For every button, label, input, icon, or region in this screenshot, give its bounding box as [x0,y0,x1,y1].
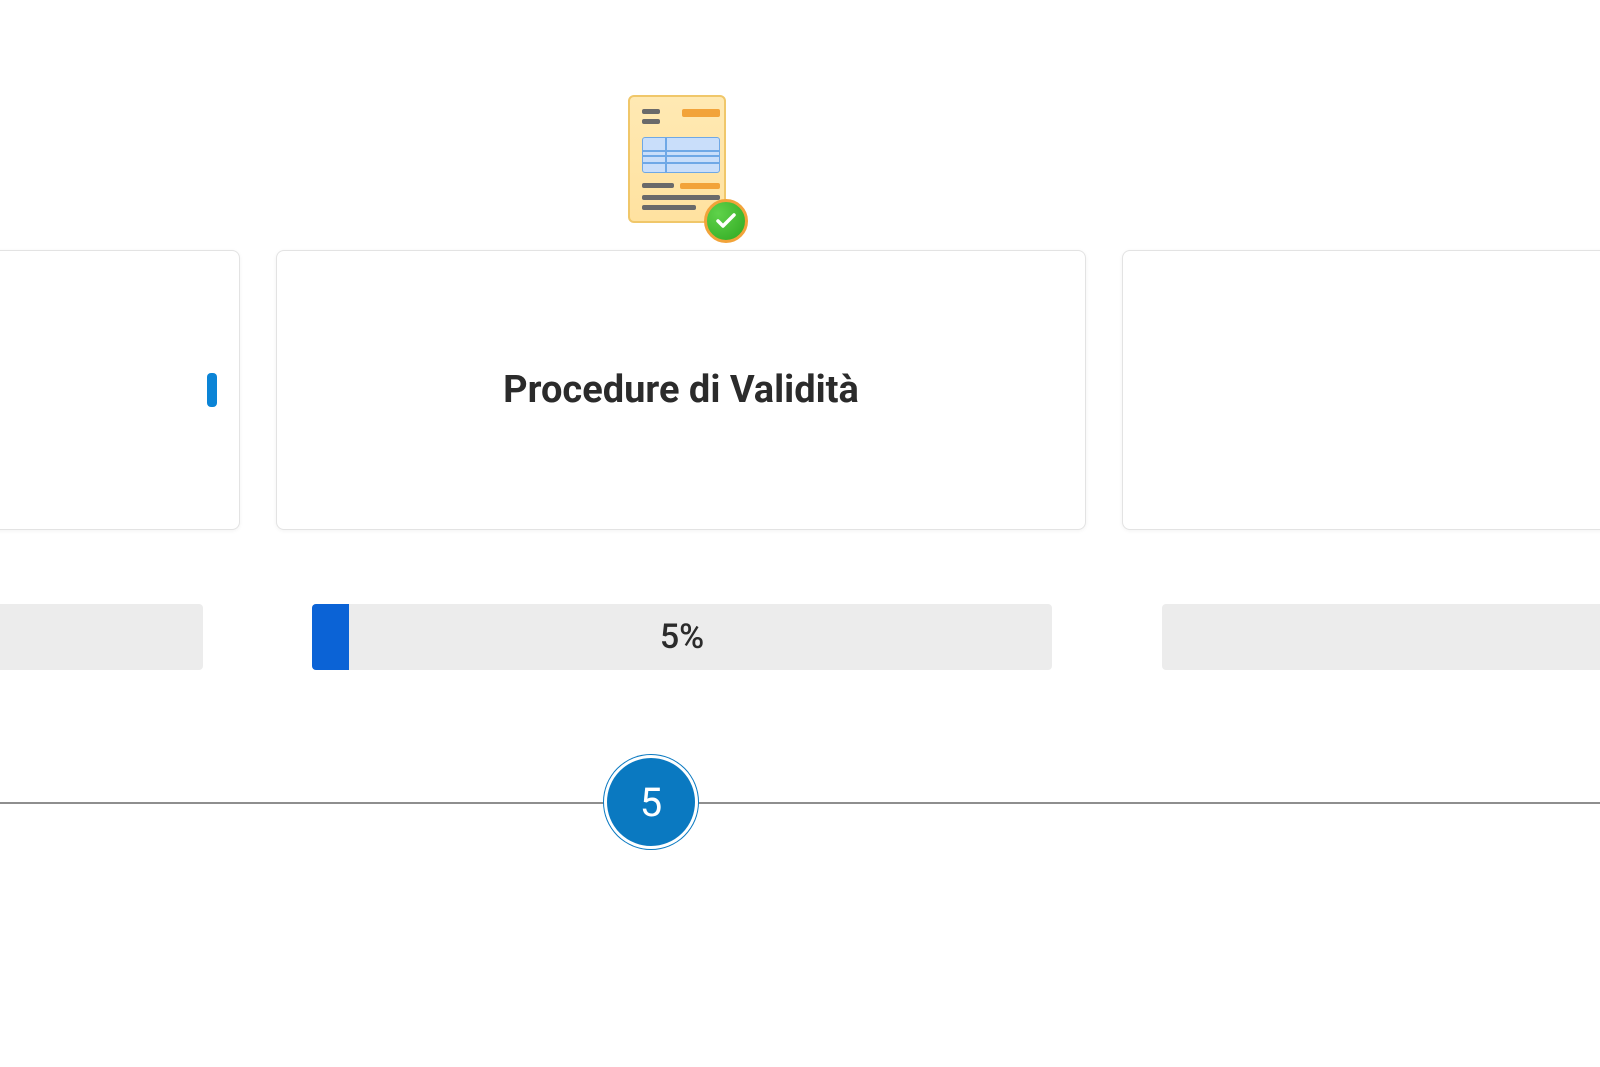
card-previous[interactable] [0,250,240,530]
stepper-line [0,802,1600,804]
progress-bar-previous [0,604,203,670]
progress-bar-next [1162,604,1600,670]
stepper: 5 [0,802,1600,902]
cards-carousel: Procedure di Validità [0,250,1600,530]
card-current[interactable]: Procedure di Validità [276,250,1086,530]
validated-document-icon [620,95,740,235]
progress-fill [312,604,349,670]
progress-label: 5% [660,617,704,657]
stepper-current-step[interactable]: 5 [604,755,698,849]
progress-bar-current: 5% [312,604,1052,670]
progress-row: 5% [0,604,1600,674]
card-next[interactable] [1122,250,1600,530]
check-badge-icon [704,199,748,243]
card-previous-edge [207,373,217,407]
card-title: Procedure di Validità [503,368,859,412]
